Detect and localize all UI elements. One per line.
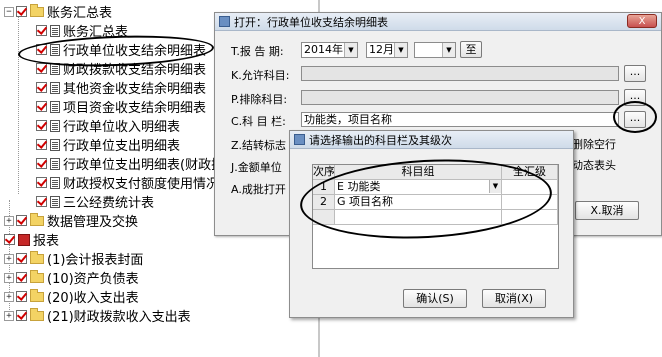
- checkbox-icon[interactable]: [36, 120, 47, 131]
- tree-node-reports[interactable]: 报表: [4, 230, 59, 249]
- tree-node-other-balance[interactable]: 其他资金收支结余明细表: [36, 78, 206, 97]
- tree-node-admin-income[interactable]: 行政单位收入明细表: [36, 116, 180, 135]
- allowed-subjects-label: K.允许科目:: [231, 69, 290, 82]
- tree-node-label: 行政单位支出明细表(财政拨: [63, 158, 225, 173]
- tree-node-label: (1)会计报表封面: [47, 253, 144, 268]
- checkbox-icon[interactable]: [16, 6, 27, 17]
- document-icon: [50, 24, 60, 37]
- month-value: 12月: [369, 43, 394, 56]
- tree-node-data-exchange[interactable]: + 数据管理及交换: [4, 211, 138, 230]
- folder-icon: [30, 307, 44, 321]
- document-icon: [50, 119, 60, 132]
- app-icon: [294, 134, 305, 145]
- subdialog-cancel-button[interactable]: 取消(X): [482, 289, 546, 308]
- dropdown-arrow-icon[interactable]: ▼: [442, 43, 455, 57]
- tree-node-label: 财政授权支付额度使用情况表: [63, 177, 233, 192]
- expand-icon[interactable]: +: [4, 272, 14, 283]
- tree-node-project-balance[interactable]: 项目资金收支结余明细表: [36, 97, 206, 116]
- confirm-button[interactable]: 确认(S): [403, 289, 467, 308]
- checkbox-icon[interactable]: [16, 310, 27, 321]
- checkbox-icon[interactable]: [36, 177, 47, 188]
- batch-open-label: A.成批打开: [231, 183, 286, 196]
- tree-node-admin-expense[interactable]: 行政单位支出明细表: [36, 135, 180, 154]
- tree-node-label: 账务汇总表: [47, 6, 113, 21]
- folder-icon: [30, 288, 44, 302]
- checkbox-icon[interactable]: [16, 291, 27, 302]
- delete-empty-rows-option[interactable]: 删除空行: [572, 136, 616, 152]
- tree-node-label: 报表: [33, 234, 60, 249]
- report-book-icon: [18, 233, 30, 246]
- checkbox-icon[interactable]: [36, 158, 47, 169]
- year-value: 2014年: [304, 43, 343, 56]
- folder-icon: [30, 250, 44, 264]
- tree-node-label: 其他资金收支结余明细表: [63, 82, 207, 97]
- tree-node-label: (20)收入支出表: [47, 291, 139, 306]
- document-icon: [50, 138, 60, 151]
- checkbox-icon[interactable]: [16, 253, 27, 264]
- tree-node-summary-folder[interactable]: − 账务汇总表: [4, 2, 112, 21]
- expand-icon[interactable]: +: [4, 291, 14, 302]
- checkbox-icon[interactable]: [4, 234, 15, 245]
- tree-node-balance-sheet[interactable]: + (10)资产负债表: [4, 268, 139, 287]
- close-button[interactable]: X: [627, 14, 657, 28]
- highlight-ellipse: [613, 101, 657, 133]
- checkbox-icon[interactable]: [36, 196, 47, 207]
- dialog-titlebar: 打开：行政单位收支结余明细表: [215, 13, 661, 31]
- tree-node-label: 三公经费统计表: [63, 196, 155, 211]
- document-icon: [50, 157, 60, 170]
- end-period-select[interactable]: ▼: [414, 42, 456, 58]
- period-label: T.报 告 期:: [231, 45, 284, 58]
- subject-column-label: C.科 目 栏:: [231, 115, 286, 128]
- carryover-label: Z.结转标志: [231, 139, 287, 152]
- allowed-browse-button[interactable]: ...: [624, 65, 646, 82]
- tree-connector: [18, 16, 19, 194]
- allowed-subjects-field[interactable]: [301, 66, 619, 81]
- tree-node-label: (10)资产负债表: [47, 272, 139, 287]
- subject-column-field[interactable]: 功能类，项目名称: [301, 112, 619, 127]
- tree-node-three-public[interactable]: 三公经费统计表: [36, 192, 154, 211]
- tree-node-label: 行政单位支出明细表: [63, 139, 181, 154]
- year-select[interactable]: 2014年 ▼: [301, 42, 358, 58]
- checkbox-icon[interactable]: [36, 101, 47, 112]
- expand-icon[interactable]: +: [4, 310, 14, 321]
- document-icon: [50, 100, 60, 113]
- checkbox-icon[interactable]: [16, 215, 27, 226]
- tree-node-fiscal-income-expense[interactable]: + (21)财政拨款收入支出表: [4, 306, 191, 325]
- subdialog-titlebar: 请选择输出的科目栏及其级次: [290, 131, 573, 149]
- checkbox-icon[interactable]: [36, 139, 47, 150]
- tree-node-authorized-payment[interactable]: 财政授权支付额度使用情况表: [36, 173, 232, 192]
- collapse-icon[interactable]: −: [4, 6, 14, 17]
- folder-icon: [30, 212, 44, 226]
- month-select[interactable]: 12月 ▼: [366, 42, 408, 58]
- subdialog-title: 请选择输出的科目栏及其级次: [309, 133, 452, 147]
- expand-icon[interactable]: +: [4, 253, 14, 264]
- dynamic-header-option[interactable]: 动态表头: [572, 157, 616, 173]
- expand-icon[interactable]: +: [4, 215, 14, 226]
- folder-icon: [30, 269, 44, 283]
- document-icon: [50, 195, 60, 208]
- checkbox-icon[interactable]: [36, 63, 47, 74]
- tree-node-label: 行政单位收入明细表: [63, 120, 181, 135]
- cancel-button[interactable]: X.取消: [575, 201, 639, 220]
- dialog-title: 打开：行政单位收支结余明细表: [234, 15, 388, 29]
- dropdown-arrow-icon[interactable]: ▼: [344, 43, 357, 57]
- checkbox-icon[interactable]: [16, 272, 27, 283]
- checkbox-icon[interactable]: [36, 25, 47, 36]
- document-icon: [50, 176, 60, 189]
- folder-icon: [30, 3, 44, 17]
- excluded-subjects-field[interactable]: [301, 90, 619, 105]
- tree-node-income-expense[interactable]: + (20)收入支出表: [4, 287, 139, 306]
- tree-node-label: (21)财政拨款收入支出表: [47, 310, 191, 325]
- checkbox-icon[interactable]: [36, 82, 47, 93]
- tree-node-admin-expense-fiscal[interactable]: 行政单位支出明细表(财政拨: [36, 154, 224, 173]
- app-icon: [219, 16, 230, 27]
- tree-node-label: 项目资金收支结余明细表: [63, 101, 207, 116]
- amount-unit-label: J.金额单位: [231, 161, 282, 174]
- excluded-subjects-label: P.排除科目:: [231, 93, 288, 106]
- tree-node-cover[interactable]: + (1)会计报表封面: [4, 249, 143, 268]
- dropdown-arrow-icon[interactable]: ▼: [394, 43, 407, 57]
- document-icon: [50, 81, 60, 94]
- to-button[interactable]: 至: [460, 41, 482, 58]
- tree-node-label: 数据管理及交换: [47, 215, 139, 230]
